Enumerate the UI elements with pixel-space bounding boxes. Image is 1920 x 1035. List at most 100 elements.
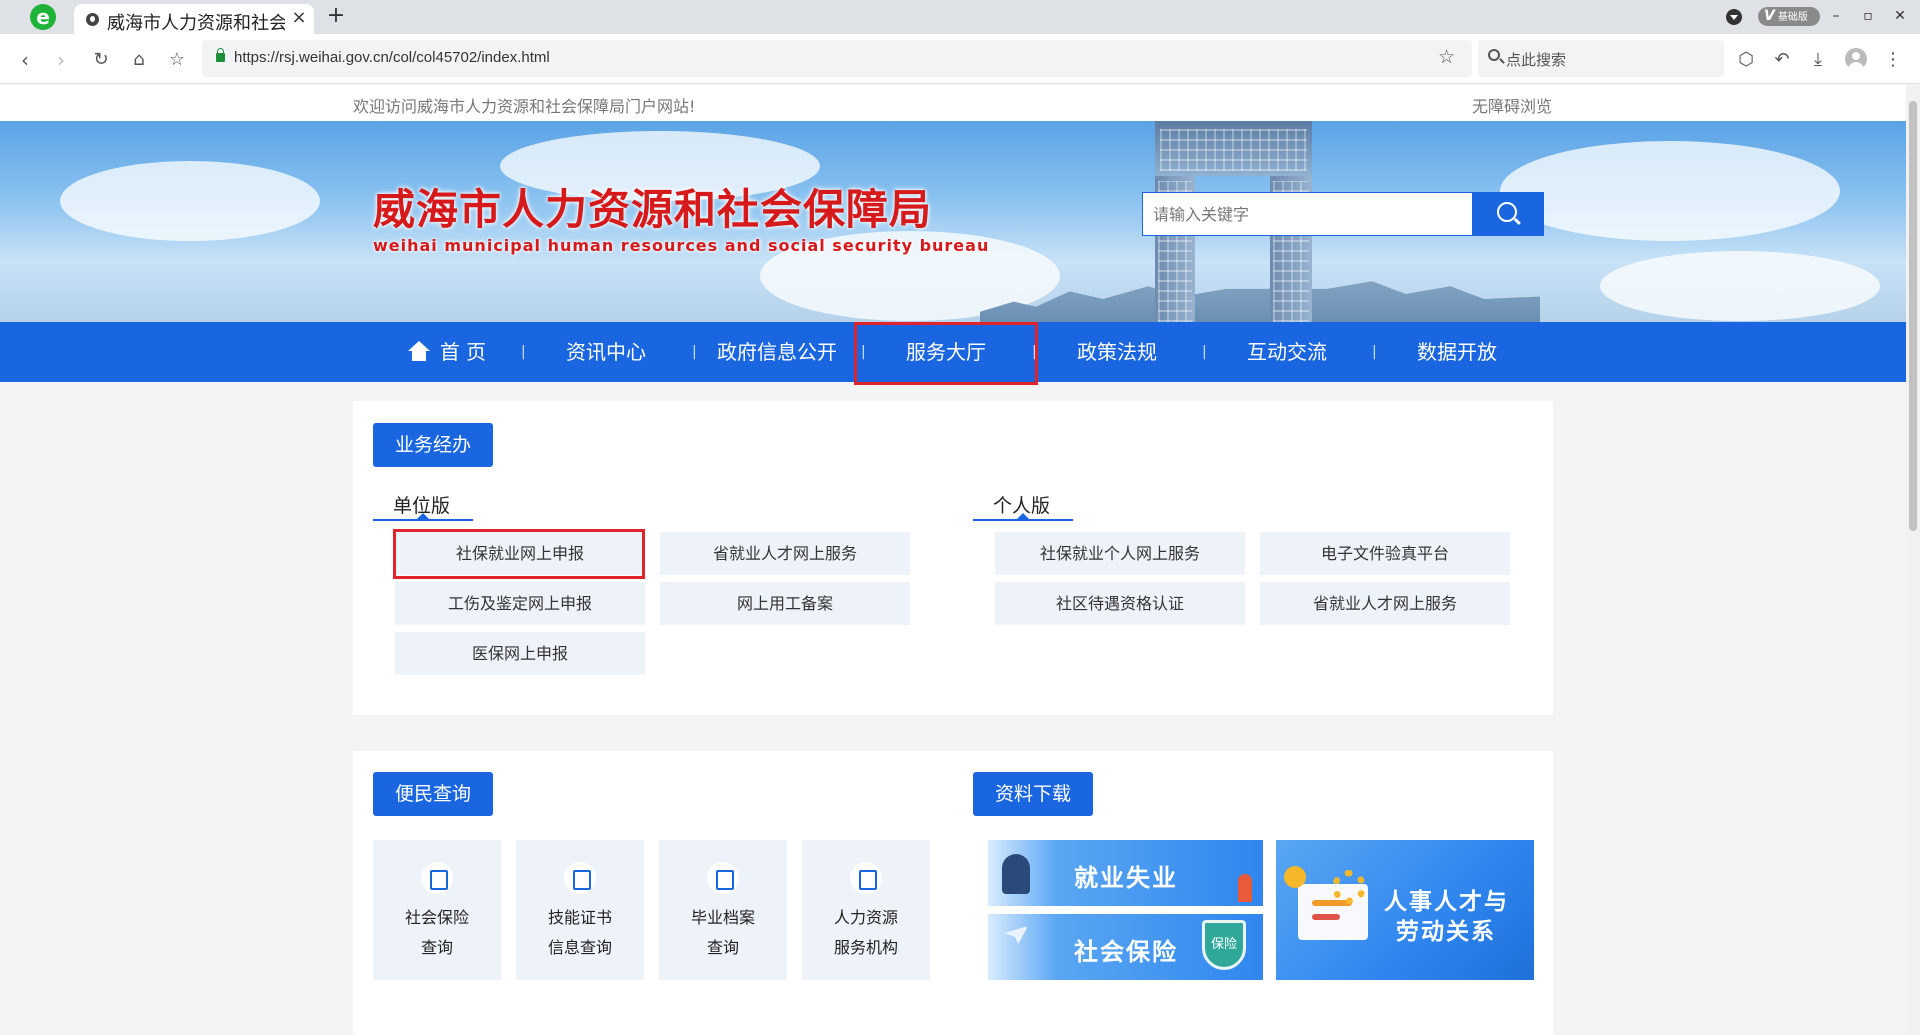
nav-gov-info[interactable]: 政府信息公开 — [707, 322, 847, 382]
home-icon — [407, 341, 430, 361]
download-hr-line2: 劳动关系 — [1396, 919, 1496, 945]
globe-icon — [86, 13, 99, 26]
business-section-title[interactable]: 业务经办 — [373, 423, 493, 467]
plant-icon — [1238, 874, 1252, 902]
downloads-section-title[interactable]: 资料下载 — [973, 772, 1093, 816]
query-card-social-insurance[interactable]: 社会保险 查询 — [373, 840, 501, 980]
browser-search-box[interactable]: 点此搜索 — [1478, 40, 1724, 77]
site-title: 威海市人力资源和社会保障局 — [373, 185, 933, 234]
download-icon[interactable]: ⤓ — [1805, 47, 1831, 73]
service-tile-medical-declare[interactable]: 医保网上申报 — [395, 632, 645, 675]
site-search-button[interactable] — [1472, 192, 1544, 236]
service-tile-personal-social-insurance[interactable]: 社保就业个人网上服务 — [995, 532, 1245, 575]
nav-separator: | — [692, 344, 697, 360]
shield-icon: 保险 — [1202, 920, 1246, 970]
nav-home-label: 首 页 — [439, 340, 487, 364]
browser-tab[interactable]: 威海市人力资源和社会保障局 × — [74, 4, 314, 34]
caret-up-icon — [1017, 513, 1029, 519]
tab-close-icon[interactable]: × — [290, 7, 308, 29]
browser-tab-bar: e 威海市人力资源和社会保障局 × + V基础版 – ▫ ✕ — [0, 0, 1920, 34]
query-card-hr-agency[interactable]: 人力资源 服务机构 — [802, 840, 930, 980]
favorites-button[interactable]: ☆ — [164, 47, 190, 73]
profile-avatar-icon[interactable] — [1845, 48, 1867, 70]
browser-menu-icon[interactable] — [1726, 9, 1742, 25]
query-card-line1: 社会保险 — [404, 908, 469, 927]
reload-button[interactable]: ↻ — [88, 47, 114, 73]
forward-button[interactable]: › — [48, 47, 74, 73]
cloud-decoration — [1500, 141, 1840, 241]
download-employment-label: 就业失业 — [1074, 864, 1178, 892]
browser-toolbar: ‹ › ↻ ⌂ ☆ https://rsj.weihai.gov.cn/col/… — [0, 34, 1920, 84]
nav-separator: | — [1372, 344, 1377, 360]
query-section-title[interactable]: 便民查询 — [373, 772, 493, 816]
gear-icon — [1332, 870, 1366, 904]
restore-button[interactable]: ▫ — [1856, 5, 1880, 27]
chart-bar-icon — [1312, 914, 1340, 920]
search-icon — [1488, 49, 1500, 61]
nav-highlight-box — [854, 322, 1038, 385]
edition-v-icon: V — [1764, 8, 1775, 24]
url-text[interactable]: https://rsj.weihai.gov.cn/col/col45702/i… — [234, 49, 550, 66]
nav-interaction[interactable]: 互动交流 — [1237, 322, 1337, 382]
browser-logo-icon[interactable]: e — [30, 4, 56, 30]
search-icon — [1497, 202, 1517, 222]
accessible-browse-link[interactable]: 无障碍浏览 — [1472, 93, 1552, 117]
service-tile-community-qualification[interactable]: 社区待遇资格认证 — [995, 582, 1245, 625]
list-icon — [850, 862, 882, 894]
nav-home[interactable]: 首 页 — [397, 322, 497, 382]
page-viewport: 欢迎访问威海市人力资源和社会保障局门户网站! 无障碍浏览 威海市人力资源和社会保… — [0, 85, 1906, 1035]
site-search — [1142, 192, 1544, 236]
nav-news[interactable]: 资讯中心 — [556, 322, 656, 382]
bookmark-star-icon[interactable]: ☆ — [1438, 46, 1455, 68]
cloud-decoration — [1600, 251, 1880, 321]
more-menu-icon[interactable]: ⋮ — [1880, 47, 1906, 73]
query-card-skill-certificate[interactable]: 技能证书 信息查询 — [516, 840, 644, 980]
page-scrollbar[interactable] — [1906, 85, 1920, 1035]
minimize-button[interactable]: – — [1824, 5, 1848, 27]
query-card-line2: 信息查询 — [547, 938, 612, 957]
service-tile-e-file-verify[interactable]: 电子文件验真平台 — [1260, 532, 1510, 575]
edition-label: 基础版 — [1777, 12, 1808, 23]
query-card-line1: 毕业档案 — [690, 908, 755, 927]
browser-search-placeholder: 点此搜索 — [1506, 51, 1567, 69]
nav-separator: | — [521, 344, 526, 360]
service-tile-injury-declare[interactable]: 工伤及鉴定网上申报 — [395, 582, 645, 625]
scrollbar-thumb[interactable] — [1909, 101, 1917, 531]
query-download-panel: 便民查询 社会保险 查询 技能证书 信息查询 毕业档案 查询 人力资源 服务机构… — [353, 751, 1553, 1035]
cloud-decoration — [60, 161, 320, 241]
edition-badge[interactable]: V 基础版 — [1758, 7, 1820, 26]
address-bar[interactable]: https://rsj.weihai.gov.cn/col/col45702/i… — [202, 40, 1472, 77]
archive-icon — [707, 862, 739, 894]
query-card-line1: 技能证书 — [547, 908, 612, 927]
person-figure-icon — [1002, 854, 1030, 894]
site-search-input[interactable] — [1142, 192, 1472, 236]
service-tile-provincial-talent-personal[interactable]: 省就业人才网上服务 — [1260, 582, 1510, 625]
nav-policy[interactable]: 政策法规 — [1067, 322, 1167, 382]
welcome-text: 欢迎访问威海市人力资源和社会保障局门户网站! — [353, 97, 696, 116]
home-button[interactable]: ⌂ — [126, 47, 152, 73]
certificate-icon — [564, 862, 596, 894]
lock-icon — [216, 48, 225, 62]
shield-label: 保险 — [1210, 937, 1237, 952]
service-tile-provincial-talent[interactable]: 省就业人才网上服务 — [660, 532, 910, 575]
close-window-button[interactable]: ✕ — [1888, 5, 1912, 27]
download-hr-line1: 人事人才与 — [1384, 889, 1509, 915]
back-button[interactable]: ‹ — [12, 47, 38, 73]
query-card-graduate-archive[interactable]: 毕业档案 查询 — [659, 840, 787, 980]
download-insurance-banner[interactable]: 社会保险 保险 — [988, 914, 1263, 980]
personal-tab-underline — [973, 519, 1073, 521]
tab-title: 威海市人力资源和社会保障局 — [107, 13, 285, 34]
site-subtitle: weihai municipal human resources and soc… — [373, 236, 990, 255]
service-tile-employment-record[interactable]: 网上用工备案 — [660, 582, 910, 625]
query-card-line1: 人力资源 — [833, 908, 898, 927]
new-tab-button[interactable]: + — [324, 3, 348, 29]
download-employment-banner[interactable]: 就业失业 — [988, 840, 1263, 906]
query-card-line2: 查询 — [706, 938, 739, 957]
extensions-icon[interactable]: ⬡ — [1733, 47, 1759, 73]
tile-highlight-box — [393, 529, 645, 579]
unit-tab-underline — [373, 519, 473, 521]
city-skyline-image — [980, 281, 1540, 322]
undo-close-icon[interactable]: ↶ — [1769, 47, 1795, 73]
nav-open-data[interactable]: 数据开放 — [1407, 322, 1507, 382]
download-hr-labor-banner[interactable]: 人事人才与 劳动关系 — [1276, 840, 1534, 980]
